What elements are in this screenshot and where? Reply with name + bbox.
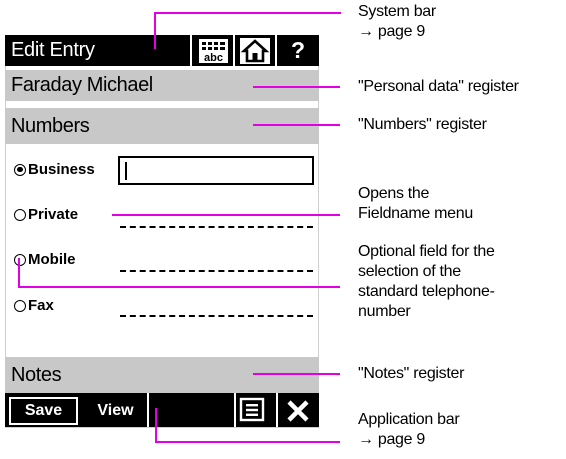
field-label-business-text: Business <box>28 161 95 178</box>
register-numbers-label: Numbers <box>11 115 90 137</box>
annotation-system-bar: System bar → page 9 <box>358 2 436 42</box>
annotation-app-bar-line1: Application bar <box>358 411 460 428</box>
callout-line-notes <box>253 373 340 375</box>
field-label-private-text: Private <box>28 206 79 223</box>
register-notes[interactable]: Notes <box>5 357 319 393</box>
annotation-optional-line3: standard telephone- <box>358 283 495 300</box>
help-icon[interactable]: ? <box>277 35 319 66</box>
app-bar-divider <box>234 393 236 427</box>
system-bar-divider <box>190 35 192 66</box>
field-label-business[interactable]: Business <box>14 161 95 178</box>
field-label-mobile[interactable]: Mobile <box>14 251 76 268</box>
annotation-optional-field: Optional field for the selection of the … <box>358 242 495 322</box>
radio-mobile[interactable] <box>14 253 26 266</box>
radio-fax[interactable] <box>14 299 26 312</box>
private-number-input[interactable] <box>120 226 313 228</box>
app-bar-divider <box>147 393 149 427</box>
abc-label: abc <box>204 52 223 64</box>
keyboard-abc-icon[interactable]: abc <box>194 35 232 66</box>
mobile-number-input[interactable] <box>120 270 313 272</box>
callout-line-optional <box>18 258 20 288</box>
annotation-app-bar-line2: → page 9 <box>358 431 425 448</box>
callout-line-app-bar <box>155 408 157 443</box>
help-glyph: ? <box>290 37 306 63</box>
annotation-fieldname-line1: Opens the <box>358 185 430 202</box>
callout-line-fieldname <box>112 214 340 216</box>
callout-line-personal <box>253 86 340 88</box>
save-button[interactable]: Save <box>9 397 78 425</box>
menu-list-icon[interactable] <box>238 396 270 424</box>
field-label-fax-text: Fax <box>28 297 54 314</box>
annotation-fieldname-menu: Opens the Fieldname menu <box>358 184 473 224</box>
callout-line-app-bar <box>155 441 340 443</box>
callout-line-optional <box>18 286 340 288</box>
register-numbers[interactable]: Numbers <box>5 108 319 144</box>
callout-line-numbers <box>253 124 340 126</box>
annotation-notes-register: "Notes" register <box>358 365 465 382</box>
system-bar: Edit Entry abc ? <box>5 35 319 66</box>
screen-title: Edit Entry <box>11 39 95 61</box>
annotation-optional-line2: selection of the <box>358 263 461 280</box>
close-icon[interactable] <box>283 397 313 425</box>
annotation-system-bar-line1: System bar <box>358 3 436 20</box>
radio-private[interactable] <box>14 208 26 221</box>
annotation-optional-line4: number <box>358 303 411 320</box>
view-button[interactable]: View <box>85 397 146 425</box>
business-number-input[interactable] <box>118 156 314 185</box>
annotation-optional-line1: Optional field for the <box>358 243 495 260</box>
annotation-system-bar-line2: → page 9 <box>358 23 425 40</box>
annotation-numbers-register: "Numbers" register <box>358 116 487 133</box>
annotation-personal-register: "Personal data" register <box>358 78 519 95</box>
annotation-application-bar: Application bar → page 9 <box>358 410 460 450</box>
annotation-fieldname-line2: Fieldname menu <box>358 205 473 222</box>
radio-business[interactable] <box>14 163 26 176</box>
field-label-private[interactable]: Private <box>14 206 78 223</box>
callout-line-system-bar <box>154 12 341 14</box>
text-cursor <box>125 162 127 180</box>
app-bar-divider <box>276 393 278 427</box>
register-personal-label: Faraday Michael <box>11 74 153 96</box>
register-notes-label: Notes <box>11 364 62 386</box>
fax-number-input[interactable] <box>120 315 313 317</box>
field-label-fax[interactable]: Fax <box>14 297 54 314</box>
home-icon[interactable] <box>236 35 274 66</box>
callout-line-system-bar <box>154 12 156 49</box>
field-label-mobile-text: Mobile <box>28 251 76 268</box>
system-bar-divider <box>233 35 235 66</box>
